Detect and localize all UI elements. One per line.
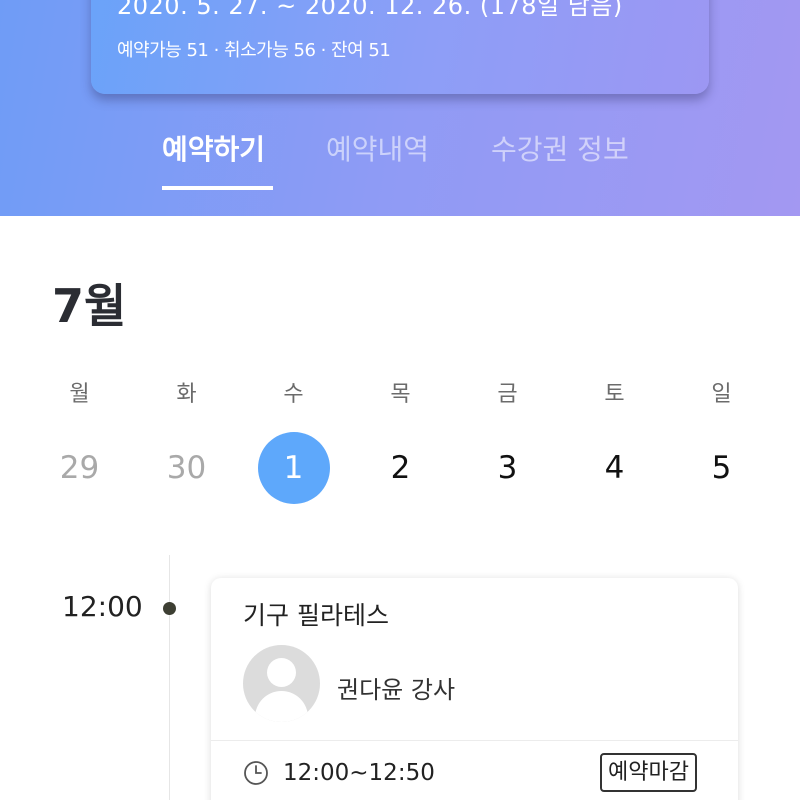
month-title: 7월 (52, 279, 127, 333)
tab-bar: 예약하기 예약내역 수강권 정보 (0, 128, 800, 190)
card-divider (211, 740, 738, 741)
weekday-fri: 금 (497, 382, 518, 407)
tab-pass-info[interactable]: 수강권 정보 (491, 128, 629, 190)
tab-reserve[interactable]: 예약하기 (162, 128, 273, 190)
lesson-card[interactable]: 기구 필라테스 권다윤 강사 12:00~12:50 예약마감 (211, 578, 738, 800)
timeline-dot (163, 602, 176, 615)
pass-card[interactable]: 2020. 5. 27. ~ 2020. 12. 26. (178일 남음) 예… (91, 0, 709, 94)
date-row: 29 30 1 2 3 4 5 (26, 432, 775, 504)
timeline-line (169, 555, 170, 800)
default-profile-icon (243, 645, 320, 722)
date-cell[interactable]: 30 (133, 432, 240, 504)
instructor-name: 권다윤 강사 (337, 676, 456, 704)
date-cell-selected[interactable]: 1 (240, 432, 347, 504)
date-cell[interactable]: 2 (347, 432, 454, 504)
date-cell[interactable]: 29 (26, 432, 133, 504)
date-cell[interactable]: 5 (668, 432, 775, 504)
weekday-mon: 월 (69, 382, 90, 407)
slot-time: 12:00 (62, 590, 143, 623)
date-cell[interactable]: 3 (454, 432, 561, 504)
header-banner: 2020. 5. 27. ~ 2020. 12. 26. (178일 남음) 예… (0, 0, 800, 216)
status-badge: 예약마감 (600, 753, 697, 792)
weekday-row: 월 화 수 목 금 토 일 (26, 378, 775, 438)
selected-date: 1 (257, 432, 330, 504)
tab-history[interactable]: 예약내역 (326, 128, 429, 190)
pass-period: 2020. 5. 27. ~ 2020. 12. 26. (178일 남음) (117, 0, 623, 20)
weekday-sun: 일 (711, 382, 732, 407)
date-cell[interactable]: 4 (561, 432, 668, 504)
weekday-wed: 수 (283, 382, 304, 407)
pass-counts: 예약가능 51 · 취소가능 56 · 잔여 51 (117, 40, 391, 61)
clock-icon (244, 761, 268, 785)
weekday-sat: 토 (604, 382, 625, 407)
weekday-thu: 목 (390, 382, 411, 407)
lesson-time-range: 12:00~12:50 (283, 760, 435, 786)
weekday-tue: 화 (176, 382, 197, 407)
lesson-title: 기구 필라테스 (243, 601, 389, 630)
